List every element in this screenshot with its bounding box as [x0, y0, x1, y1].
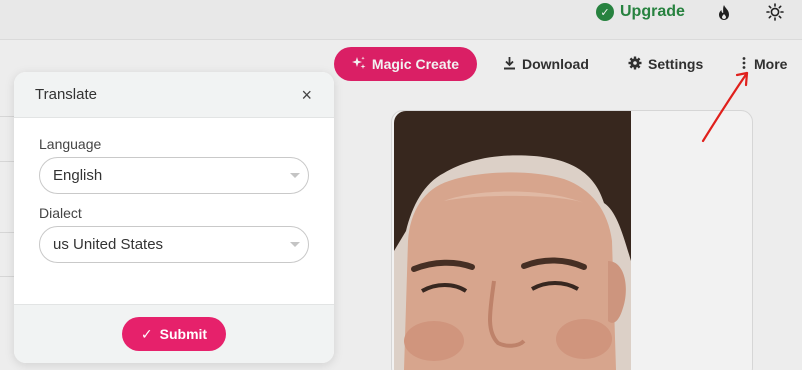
dialog-header: Translate × [14, 72, 334, 118]
check-icon: ✓ [140, 325, 153, 342]
dialect-label: Dialect [39, 205, 82, 221]
language-label: Language [39, 136, 102, 152]
dialog-footer: ✓ Submit [14, 304, 334, 363]
language-select[interactable]: English [39, 157, 309, 194]
dialog-title: Translate [35, 86, 97, 103]
close-icon[interactable]: × [301, 86, 312, 104]
submit-button[interactable]: ✓ Submit [122, 317, 226, 351]
chevron-down-icon [290, 173, 300, 178]
submit-label: Submit [159, 326, 208, 342]
chevron-down-icon [290, 242, 300, 247]
dialog-body: Language English Dialect us United State… [14, 118, 334, 263]
dialect-value: us United States [53, 236, 164, 253]
language-value: English [53, 167, 103, 184]
dialect-select[interactable]: us United States [39, 226, 309, 263]
translate-dialog: Translate × Language English Dialect us … [14, 72, 334, 363]
